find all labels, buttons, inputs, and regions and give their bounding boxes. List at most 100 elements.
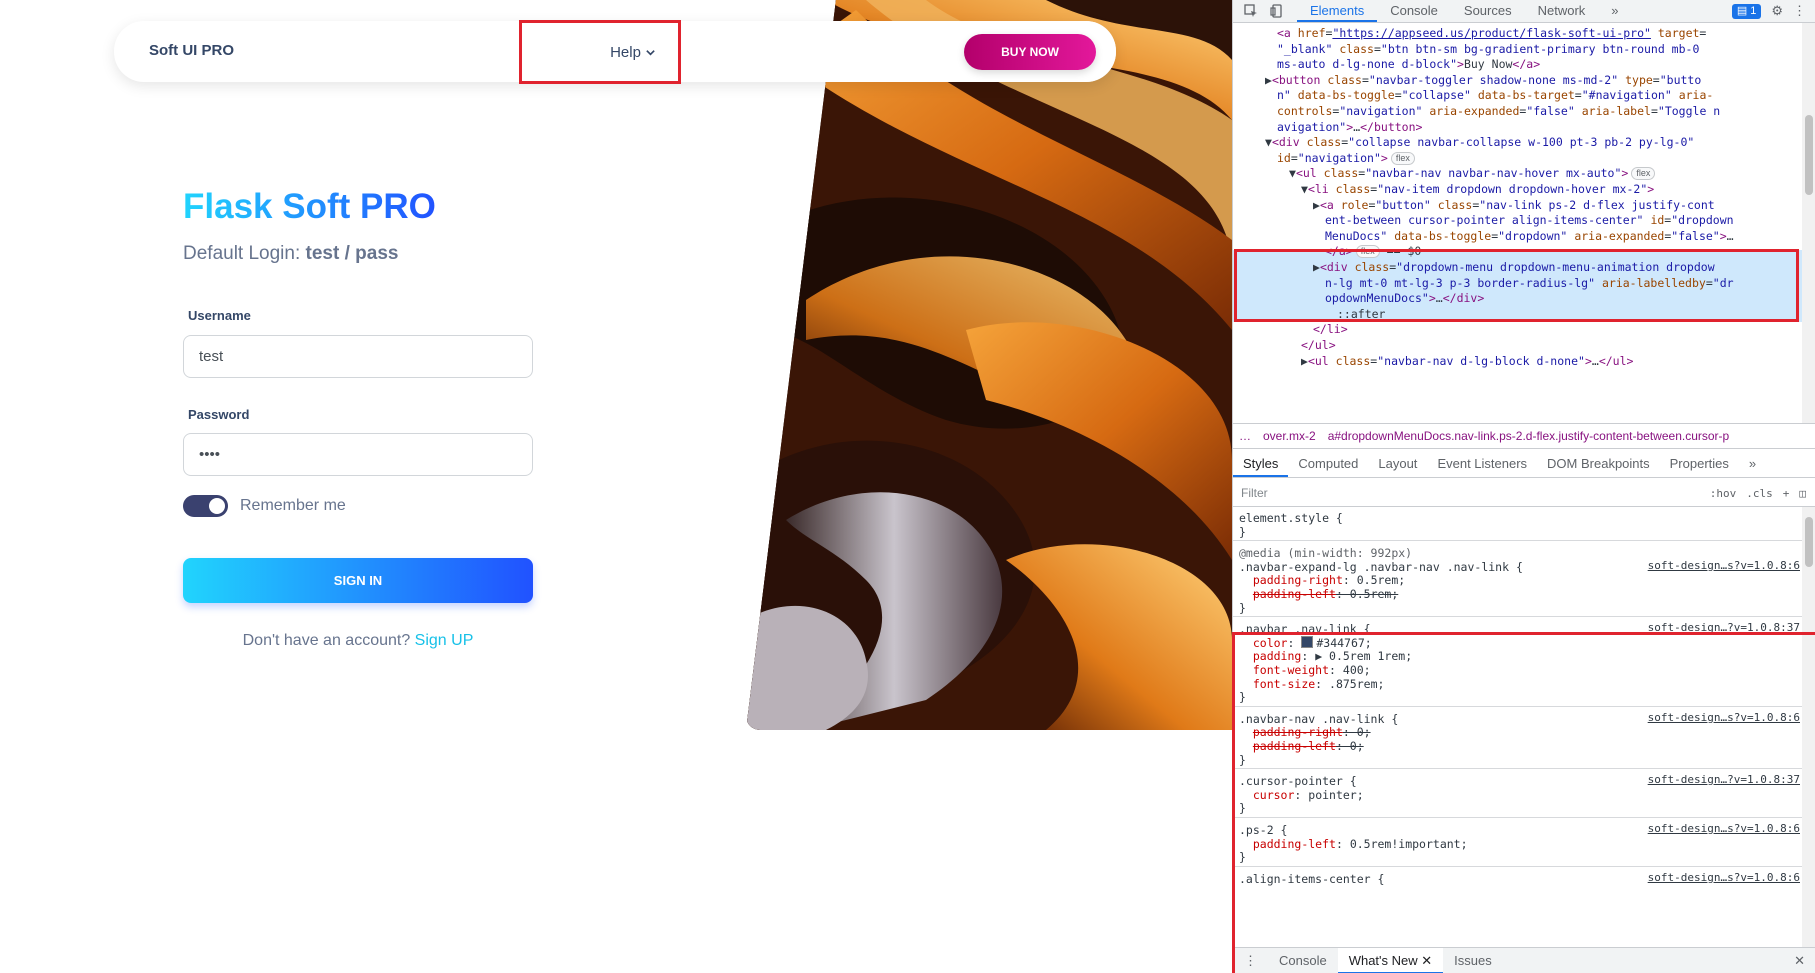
css-rule-line[interactable]: }	[1239, 524, 1246, 540]
signup-text: Don't have an account?	[242, 632, 415, 649]
rule-separator	[1233, 705, 1802, 707]
selected-node-red-box	[1234, 249, 1799, 322]
elements-tree: <a href="https://appseed.us/product/flas…	[1233, 23, 1802, 423]
default-credentials: test / pass	[305, 243, 399, 264]
stylesheet-source-link[interactable]: soft-design…?v=1.0.8:37	[1648, 773, 1800, 786]
more-tabs-button[interactable]: »	[1598, 0, 1631, 22]
dom-node-line[interactable]: ▶<button class="navbar-toggler shadow-no…	[1265, 72, 1701, 88]
issues-count: 1	[1750, 4, 1757, 17]
css-rule-line[interactable]: .align-items-center {	[1239, 871, 1384, 887]
scrollbar-thumb[interactable]	[1805, 115, 1813, 195]
subtab-layout[interactable]: Layout	[1368, 451, 1427, 477]
rule-separator	[1233, 865, 1802, 867]
username-input[interactable]: test	[183, 335, 533, 378]
rule-separator	[1233, 768, 1802, 770]
styles-filter-input[interactable]: Filter	[1241, 486, 1710, 500]
elements-scrollbar[interactable]	[1802, 23, 1815, 423]
css-rule-line[interactable]: }	[1239, 600, 1246, 616]
subtab-dom-breakpoints[interactable]: DOM Breakpoints	[1537, 451, 1660, 477]
css-rule-line[interactable]: padding-left: 0;	[1239, 738, 1364, 754]
css-rule-line[interactable]: padding-left: 0.5rem;	[1239, 586, 1398, 602]
login-subtitle: Default Login: test / pass	[183, 243, 398, 265]
css-rule-line[interactable]: padding-left: 0.5rem!important;	[1239, 836, 1468, 852]
buy-now-button[interactable]: BUY NOW	[964, 34, 1096, 70]
breadcrumb-item[interactable]: over.mx-2	[1257, 429, 1322, 443]
styles-filter-bar: Filter :hov .cls + ◫	[1233, 480, 1815, 507]
hov-toggle[interactable]: :hov	[1710, 487, 1737, 500]
devtools-tab-sources[interactable]: Sources	[1451, 0, 1525, 22]
remember-me-toggle[interactable]	[183, 495, 228, 517]
password-input[interactable]: ••••	[183, 433, 533, 476]
close-drawer-icon[interactable]: ✕	[1783, 948, 1815, 973]
dom-node-line[interactable]: "_blank" class="btn btn-sm bg-gradient-p…	[1277, 41, 1699, 57]
css-rule-line[interactable]: }	[1239, 849, 1246, 865]
stylesheet-source-link[interactable]: soft-design…s?v=1.0.8:6	[1648, 559, 1800, 572]
remember-me-label: Remember me	[240, 497, 346, 514]
drawer-tab-console[interactable]: Console	[1268, 948, 1338, 973]
css-rule-line[interactable]: cursor: pointer;	[1239, 787, 1364, 803]
navbar-brand[interactable]: Soft UI PRO	[149, 42, 234, 59]
device-toolbar-icon[interactable]	[1269, 3, 1285, 19]
css-rule-line[interactable]: element.style {	[1239, 510, 1343, 526]
dom-node-line[interactable]: controls="navigation" aria-expanded="fal…	[1277, 103, 1720, 119]
stylesheet-source-link[interactable]: soft-design…s?v=1.0.8:6	[1648, 711, 1800, 724]
styles-pane: element.style {} @media (min-width: 992px…	[1233, 507, 1802, 947]
dom-node-line[interactable]: ▶<ul class="navbar-nav d-lg-block d-none…	[1301, 353, 1633, 369]
subtab-computed[interactable]: Computed	[1288, 451, 1368, 477]
subtab-event-listeners[interactable]: Event Listeners	[1427, 451, 1537, 477]
sign-up-link[interactable]: Sign UP	[415, 632, 474, 649]
breadcrumb-item[interactable]: a#dropdownMenuDocs.nav-link.ps-2.d-flex.…	[1322, 429, 1736, 443]
toggle-sidebar-icon[interactable]: ◫	[1799, 487, 1806, 500]
dom-node-line[interactable]: ▶<a role="button" class="nav-link ps-2 d…	[1313, 197, 1715, 213]
subtab-styles[interactable]: Styles	[1233, 451, 1289, 477]
help-highlight-box	[519, 20, 681, 84]
css-rule-line[interactable]: }	[1239, 752, 1246, 768]
dom-breadcrumbs: … over.mx-2 a#dropdownMenuDocs.nav-link.ps…	[1233, 423, 1815, 449]
devtools-tab-console[interactable]: Console	[1377, 0, 1451, 22]
subtitle-prefix: Default Login:	[183, 243, 306, 264]
issues-badge[interactable]: ▤ 1	[1731, 3, 1762, 19]
dom-node-line[interactable]: MenuDocs" data-bs-toggle="dropdown" aria…	[1325, 228, 1734, 244]
sign-in-button[interactable]: SIGN IN	[183, 558, 533, 603]
kebab-menu-icon[interactable]: ⋮	[1793, 3, 1806, 19]
dom-node-line[interactable]: ms-auto d-lg-none d-block">Buy Now</a>	[1277, 56, 1540, 72]
dom-node-line[interactable]: <a href="https://appseed.us/product/flas…	[1277, 25, 1706, 41]
devtools-tabs: Elements Console Sources Network	[1297, 0, 1598, 22]
inspect-element-icon[interactable]	[1243, 3, 1259, 19]
settings-gear-icon[interactable]: ⚙	[1771, 3, 1783, 19]
password-label: Password	[188, 407, 250, 422]
cls-toggle[interactable]: .cls	[1746, 487, 1773, 500]
devtools-tab-network[interactable]: Network	[1525, 0, 1599, 22]
css-rule-line[interactable]: }	[1239, 800, 1246, 816]
dom-node-line[interactable]: </ul>	[1301, 337, 1336, 353]
drawer-menu-icon[interactable]: ⋮	[1233, 948, 1268, 973]
styles-scrollbar[interactable]	[1802, 507, 1815, 947]
dom-node-line[interactable]: ▼<li class="nav-item dropdown dropdown-h…	[1301, 181, 1654, 197]
dom-node-line[interactable]: avigation">…</button>	[1277, 119, 1422, 135]
css-rule-line[interactable]: font-size: .875rem;	[1239, 676, 1385, 692]
breadcrumb-item[interactable]: …	[1233, 429, 1257, 443]
new-rule-icon[interactable]: +	[1783, 487, 1790, 500]
drawer-tab-what-s-new[interactable]: What's New ✕	[1337, 948, 1444, 973]
more-subtabs-button[interactable]: »	[1739, 451, 1766, 477]
dom-node-line[interactable]: id="navigation"> flex	[1277, 150, 1415, 166]
stylesheet-source-link[interactable]: soft-design…s?v=1.0.8:6	[1648, 822, 1800, 835]
devtools-toolbar: Elements Console Sources Network » ▤ 1 ⚙ ⋮	[1233, 0, 1815, 23]
styles-scrollbar-thumb[interactable]	[1805, 517, 1813, 567]
subtab-properties[interactable]: Properties	[1660, 451, 1739, 477]
stylesheet-source-link[interactable]: soft-design…?v=1.0.8:37	[1648, 621, 1800, 634]
dom-node-line[interactable]: ▼<div class="collapse navbar-collapse w-…	[1265, 134, 1694, 150]
css-rule-line[interactable]: }	[1239, 689, 1246, 705]
web-page: Soft UI PRO Help BUY NOW Flask Soft PRO …	[0, 0, 1232, 973]
dom-node-line[interactable]: ▼<ul class="navbar-nav navbar-nav-hover …	[1289, 165, 1656, 181]
dom-node-line[interactable]: n" data-bs-toggle="collapse" data-bs-tar…	[1277, 87, 1713, 103]
dom-node-line[interactable]: ent-between cursor-pointer align-items-c…	[1325, 212, 1734, 228]
rule-separator	[1233, 616, 1802, 618]
dom-node-line[interactable]: </li>	[1313, 321, 1348, 337]
login-title: Flask Soft PRO	[183, 187, 436, 226]
stylesheet-source-link[interactable]: soft-design…s?v=1.0.8:6	[1648, 871, 1800, 884]
devtools-tab-elements[interactable]: Elements	[1297, 0, 1378, 22]
drawer-tab-issues[interactable]: Issues	[1443, 948, 1503, 973]
toggle-knob	[209, 498, 225, 514]
signup-prompt: Don't have an account? Sign UP	[183, 632, 533, 650]
